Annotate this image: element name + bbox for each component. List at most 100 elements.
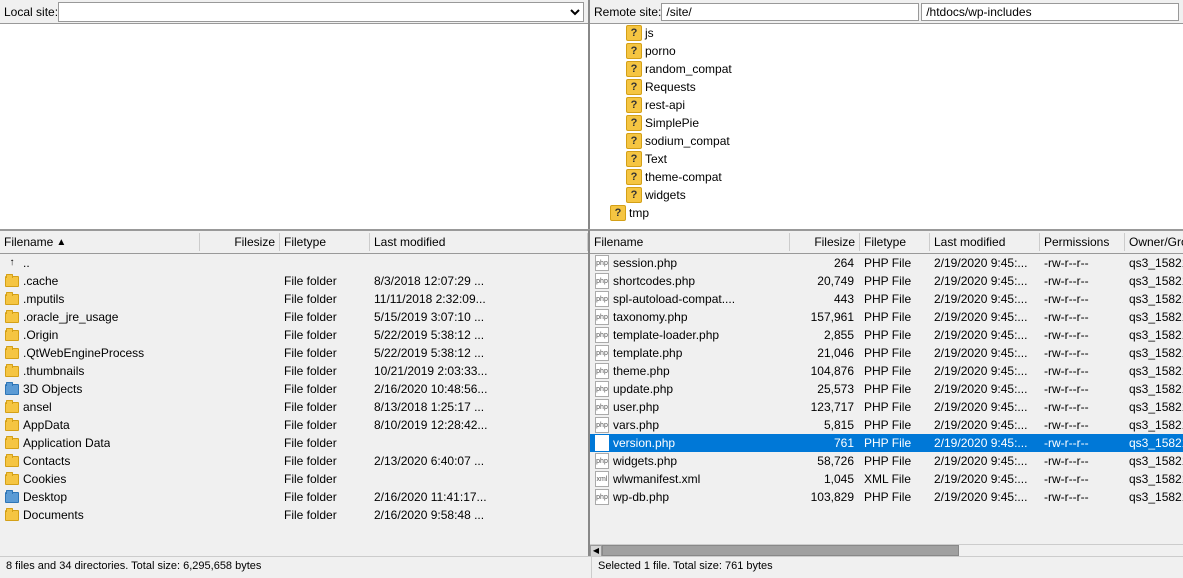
filesize-cell: 21,046 [790, 344, 860, 362]
question-folder-icon: ? [626, 61, 642, 77]
filename-cell: php wp-db.php [590, 488, 790, 506]
right-tree-content[interactable]: ?js?porno?random_compat?Requests?rest-ap… [590, 24, 1183, 229]
right-col-filetype[interactable]: Filetype [860, 233, 930, 251]
table-row[interactable]: php spl-autoload-compat.... 443 PHP File… [590, 290, 1183, 308]
h-scrollbar-thumb[interactable] [602, 545, 959, 556]
table-row[interactable]: php template-loader.php 2,855 PHP File 2… [590, 326, 1183, 344]
table-row[interactable]: php user.php 123,717 PHP File 2/19/2020 … [590, 398, 1183, 416]
table-row[interactable]: Application Data File folder [0, 434, 588, 452]
table-row[interactable]: php version.php 761 PHP File 2/19/2020 9… [590, 434, 1183, 452]
filename-cell: php update.php [590, 380, 790, 398]
lastmod-cell: 8/3/2018 12:07:29 ... [370, 272, 588, 290]
left-col-filetype[interactable]: Filetype [280, 233, 370, 251]
local-site-bar: Local site: [0, 0, 588, 24]
filename-cell: php vars.php [590, 416, 790, 434]
lastmod-cell: 2/19/2020 9:45:... [930, 380, 1040, 398]
filesize-cell: 103,829 [790, 488, 860, 506]
filetype-cell: File folder [280, 344, 370, 362]
owner-cell: qs3_158212... [1125, 416, 1183, 434]
tree-item[interactable]: ?porno [590, 42, 1183, 60]
left-file-list[interactable]: ↑ .. .cache File folder 8/3/2018 12:07:2… [0, 254, 588, 556]
right-col-lastmod[interactable]: Last modified [930, 233, 1040, 251]
left-col-lastmod[interactable]: Last modified [370, 233, 588, 251]
filetype-cell: File folder [280, 362, 370, 380]
table-row[interactable]: php widgets.php 58,726 PHP File 2/19/202… [590, 452, 1183, 470]
folder-icon [4, 273, 20, 289]
table-row[interactable]: .QtWebEngineProcess File folder 5/22/201… [0, 344, 588, 362]
right-status: Selected 1 file. Total size: 761 bytes [592, 557, 1183, 578]
lastmod-cell: 2/16/2020 9:58:48 ... [370, 506, 588, 524]
filetype-cell: File folder [280, 272, 370, 290]
left-col-filesize[interactable]: Filesize [200, 233, 280, 251]
table-row[interactable]: .cache File folder 8/3/2018 12:07:29 ... [0, 272, 588, 290]
remote-site-path[interactable]: /site/ [661, 3, 919, 21]
right-col-perms[interactable]: Permissions [1040, 233, 1125, 251]
owner-cell: qs3_158212... [1125, 326, 1183, 344]
filename-text: version.php [613, 434, 675, 452]
owner-cell: qs3_158212... [1125, 380, 1183, 398]
right-col-filesize[interactable]: Filesize [790, 233, 860, 251]
tree-item[interactable]: ?widgets [590, 186, 1183, 204]
lastmod-cell: 10/21/2019 2:03:33... [370, 362, 588, 380]
table-row[interactable]: ansel File folder 8/13/2018 1:25:17 ... [0, 398, 588, 416]
right-col-owner[interactable]: Owner/Group [1125, 233, 1183, 251]
tree-item[interactable]: ?Requests [590, 78, 1183, 96]
remote-site-path2[interactable]: /htdocs/wp-includes [921, 3, 1179, 21]
tree-item[interactable]: ?random_compat [590, 60, 1183, 78]
left-tree-content[interactable] [0, 24, 588, 229]
filetype-cell: PHP File [860, 488, 930, 506]
table-row[interactable]: Documents File folder 2/16/2020 9:58:48 … [0, 506, 588, 524]
filetype-cell: PHP File [860, 398, 930, 416]
filename-text: vars.php [613, 416, 659, 434]
local-site-input[interactable] [58, 2, 584, 22]
tree-item[interactable]: ?js [590, 24, 1183, 42]
owner-cell: qs3_158212... [1125, 488, 1183, 506]
table-row[interactable]: php template.php 21,046 PHP File 2/19/20… [590, 344, 1183, 362]
table-row[interactable]: php theme.php 104,876 PHP File 2/19/2020… [590, 362, 1183, 380]
table-row[interactable]: AppData File folder 8/10/2019 12:28:42..… [0, 416, 588, 434]
lastmod-cell: 2/19/2020 9:45:... [930, 308, 1040, 326]
table-row[interactable]: php update.php 25,573 PHP File 2/19/2020… [590, 380, 1183, 398]
lastmod-cell: 5/22/2019 5:38:12 ... [370, 326, 588, 344]
table-row[interactable]: 3D Objects File folder 2/16/2020 10:48:5… [0, 380, 588, 398]
tree-item[interactable]: ?theme-compat [590, 168, 1183, 186]
table-row[interactable]: php session.php 264 PHP File 2/19/2020 9… [590, 254, 1183, 272]
tree-item[interactable]: ?rest-api [590, 96, 1183, 114]
filetype-cell: PHP File [860, 254, 930, 272]
table-row[interactable]: php taxonomy.php 157,961 PHP File 2/19/2… [590, 308, 1183, 326]
table-row[interactable]: php vars.php 5,815 PHP File 2/19/2020 9:… [590, 416, 1183, 434]
table-row[interactable]: .Origin File folder 5/22/2019 5:38:12 ..… [0, 326, 588, 344]
right-file-list[interactable]: php session.php 264 PHP File 2/19/2020 9… [590, 254, 1183, 544]
table-row[interactable]: .oracle_jre_usage File folder 5/15/2019 … [0, 308, 588, 326]
tree-item[interactable]: ?tmp [590, 204, 1183, 222]
filename-text: .Origin [23, 326, 58, 344]
tree-item-name: theme-compat [645, 170, 722, 184]
right-h-scrollbar[interactable]: ◀ ▶ [590, 544, 1183, 556]
table-row[interactable]: php wp-db.php 103,829 PHP File 2/19/2020… [590, 488, 1183, 506]
h-scrollbar-track[interactable] [602, 545, 1183, 556]
filename-text: Documents [23, 506, 84, 524]
tree-item[interactable]: ?sodium_compat [590, 132, 1183, 150]
perms-cell: -rw-r--r-- [1040, 272, 1125, 290]
table-row[interactable]: Cookies File folder [0, 470, 588, 488]
tree-item[interactable]: ?Text [590, 150, 1183, 168]
filetype-cell: PHP File [860, 308, 930, 326]
table-row[interactable]: Desktop File folder 2/16/2020 11:41:17..… [0, 488, 588, 506]
table-row[interactable]: .thumbnails File folder 10/21/2019 2:03:… [0, 362, 588, 380]
table-row[interactable]: Contacts File folder 2/13/2020 6:40:07 .… [0, 452, 588, 470]
scroll-left-btn[interactable]: ◀ [590, 545, 602, 557]
table-row[interactable]: php shortcodes.php 20,749 PHP File 2/19/… [590, 272, 1183, 290]
right-col-filename[interactable]: Filename [590, 233, 790, 251]
filename-cell: php theme.php [590, 362, 790, 380]
php-file-icon: php [594, 363, 610, 379]
table-row[interactable]: .mputils File folder 11/11/2018 2:32:09.… [0, 290, 588, 308]
folder-icon [4, 309, 20, 325]
left-col-filename[interactable]: Filename ▲ [0, 233, 200, 251]
php-file-icon: php [594, 435, 610, 451]
tree-item[interactable]: ?SimplePie [590, 114, 1183, 132]
table-row[interactable]: ↑ .. [0, 254, 588, 272]
folder-icon [4, 453, 20, 469]
filename-cell: php template.php [590, 344, 790, 362]
filename-text: wlwmanifest.xml [613, 470, 700, 488]
table-row[interactable]: xml wlwmanifest.xml 1,045 XML File 2/19/… [590, 470, 1183, 488]
